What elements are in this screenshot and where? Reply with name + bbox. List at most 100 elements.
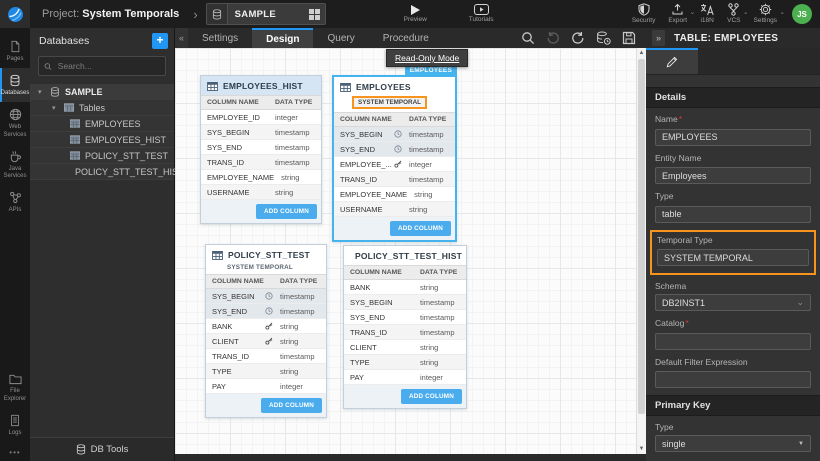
tree-node-table[interactable]: EMPLOYEES: [30, 116, 174, 132]
table-row[interactable]: USERNAME string: [334, 202, 455, 217]
tab-procedure[interactable]: Procedure: [369, 28, 443, 48]
tree-node-table[interactable]: POLICY_STT_TEST_HIST: [30, 164, 174, 180]
table-row[interactable]: PAY integer: [344, 370, 466, 385]
table-row[interactable]: TYPE string: [206, 364, 326, 379]
export-button[interactable]: ⌄ Export: [668, 3, 687, 25]
vcs-button[interactable]: ⌄ VCS: [727, 3, 740, 25]
scroll-up-icon[interactable]: ▲: [637, 48, 646, 58]
rail-item-apis[interactable]: APIs: [0, 185, 30, 219]
table-row[interactable]: TRANS_ID timestamp: [334, 172, 455, 187]
table-card-policy-stt-test[interactable]: POLICY_STT_TEST SYSTEM TEMPORAL COLUMN N…: [205, 244, 327, 418]
rail-item-java-services[interactable]: Java Services: [0, 144, 30, 185]
pk-type-select[interactable]: single ▼: [655, 435, 811, 452]
add-column-button[interactable]: ADD COLUMN: [261, 398, 322, 413]
database-selector[interactable]: SAMPLE: [206, 3, 326, 25]
search-input[interactable]: [56, 60, 160, 72]
db-tools-button[interactable]: DB Tools: [30, 437, 174, 461]
table-row[interactable]: BANK string: [206, 319, 326, 334]
table-row[interactable]: SYS_END timestamp: [334, 142, 455, 157]
table-row[interactable]: TRANS_ID timestamp: [201, 155, 321, 170]
table-row[interactable]: SYS_BEGIN timestamp: [206, 289, 326, 304]
tutorials-button[interactable]: Tutorials: [469, 4, 494, 24]
table-row[interactable]: SYS_END timestamp: [344, 310, 466, 325]
table-row[interactable]: EMPLOYEE_ID integer: [201, 110, 321, 125]
table-row[interactable]: TYPE string: [344, 355, 466, 370]
project-name: System Temporals: [82, 8, 179, 20]
card-header[interactable]: EMPLOYEES: [334, 77, 455, 96]
table-card-policy-stt-test-hist[interactable]: POLICY_STT_TEST_HIST COLUMN NAME DATA TY…: [343, 245, 467, 409]
card-title: EMPLOYEES: [356, 82, 411, 92]
column-header-row: COLUMN NAME DATA TYPE: [206, 274, 326, 289]
entity-name-input[interactable]: [655, 167, 811, 184]
add-column-button[interactable]: ADD COLUMN: [390, 221, 451, 236]
table-row[interactable]: EMPLOYEE_NAME string: [334, 187, 455, 202]
redo-icon[interactable]: [571, 31, 585, 45]
add-database-button[interactable]: +: [152, 33, 168, 49]
table-card-employees-hist[interactable]: EMPLOYEES_HIST COLUMN NAME DATA TYPE EMP…: [200, 75, 322, 224]
tree-node-sample[interactable]: ▾ SAMPLE: [30, 84, 174, 100]
table-card-employees[interactable]: EMPLOYEES EMPLOYEES SYSTEM TEMPORAL COLU…: [332, 75, 457, 242]
rail-overflow-icon[interactable]: •••: [0, 442, 30, 461]
table-row[interactable]: EMPLOYEE_NAME string: [201, 170, 321, 185]
tree-node-table[interactable]: POLICY_STT_TEST: [30, 148, 174, 164]
scroll-down-icon[interactable]: ▼: [637, 444, 646, 454]
table-row[interactable]: SYS_BEGIN timestamp: [201, 125, 321, 140]
search-box[interactable]: [38, 56, 166, 76]
canvas-vertical-scrollbar[interactable]: ▲ ▼: [636, 48, 646, 454]
temporal-type-input[interactable]: [657, 249, 809, 266]
caret-expanded-icon[interactable]: ▾: [52, 104, 59, 112]
table-row[interactable]: SYS_END timestamp: [201, 140, 321, 155]
table-row[interactable]: BANK string: [344, 280, 466, 295]
design-canvas[interactable]: Read-Only Mode EMPLOYEES_HIST COLUMN NAM…: [175, 48, 646, 461]
search-icon[interactable]: [521, 31, 535, 45]
security-button[interactable]: Security: [632, 3, 655, 25]
card-header[interactable]: POLICY_STT_TEST_HIST: [344, 246, 466, 265]
add-column-button[interactable]: ADD COLUMN: [256, 204, 317, 219]
collapse-left-panel-button[interactable]: «: [175, 28, 188, 48]
table-row[interactable]: TRANS_ID timestamp: [206, 349, 326, 364]
table-row[interactable]: SYS_BEGIN timestamp: [344, 295, 466, 310]
tab-design[interactable]: Design: [252, 28, 313, 48]
table-row[interactable]: TRANS_ID timestamp: [344, 325, 466, 340]
rail-item-pages[interactable]: Pages: [0, 34, 30, 68]
clock-icon: [265, 292, 273, 300]
type-input[interactable]: [655, 206, 811, 223]
card-header[interactable]: EMPLOYEES_HIST: [201, 76, 321, 95]
schema-select[interactable]: DB2INST1 ⌄: [655, 294, 811, 311]
table-row[interactable]: PAY integer: [206, 379, 326, 394]
db-snapshot-icon[interactable]: [596, 31, 611, 45]
table-row[interactable]: USERNAME string: [201, 185, 321, 200]
settings-button[interactable]: ⌄ Settings: [754, 3, 778, 25]
canvas-horizontal-scrollbar[interactable]: [175, 454, 646, 461]
user-avatar[interactable]: JS: [792, 4, 812, 24]
collapse-right-panel-button[interactable]: »: [652, 30, 665, 46]
scrollbar-thumb[interactable]: [638, 59, 645, 414]
name-input[interactable]: [655, 129, 811, 146]
tree-node-table[interactable]: EMPLOYEES_HIST: [30, 132, 174, 148]
add-column-button[interactable]: ADD COLUMN: [401, 389, 462, 404]
rail-item-logs[interactable]: Logs: [0, 408, 30, 442]
default-filter-input[interactable]: [655, 371, 811, 388]
catalog-input[interactable]: [655, 333, 811, 350]
rail-item-file-explorer[interactable]: File Explorer: [0, 367, 30, 407]
grid-view-icon[interactable]: [309, 9, 320, 20]
table-row[interactable]: EMPLOYEE_... integer: [334, 157, 455, 172]
table-row[interactable]: SYS_BEGIN timestamp: [334, 127, 455, 142]
table-row[interactable]: SYS_END timestamp: [206, 304, 326, 319]
rail-item-databases[interactable]: Databases: [0, 68, 30, 102]
tree-node-tables[interactable]: ▾ Tables: [30, 100, 174, 116]
preview-button[interactable]: Preview: [404, 5, 427, 24]
i18n-button[interactable]: i18N: [700, 3, 714, 25]
tab-settings[interactable]: Settings: [188, 28, 252, 48]
table-row[interactable]: CLIENT string: [206, 334, 326, 349]
save-icon[interactable]: [622, 31, 636, 45]
i18n-label: i18N: [700, 18, 713, 25]
tab-query[interactable]: Query: [313, 28, 368, 48]
app-logo[interactable]: [0, 0, 30, 28]
caret-expanded-icon[interactable]: ▾: [38, 88, 45, 96]
tab-edit[interactable]: [646, 48, 698, 74]
undo-icon[interactable]: [546, 31, 560, 45]
table-row[interactable]: CLIENT string: [344, 340, 466, 355]
rail-item-web-services[interactable]: Web Services: [0, 102, 30, 143]
card-header[interactable]: POLICY_STT_TEST: [206, 245, 326, 264]
